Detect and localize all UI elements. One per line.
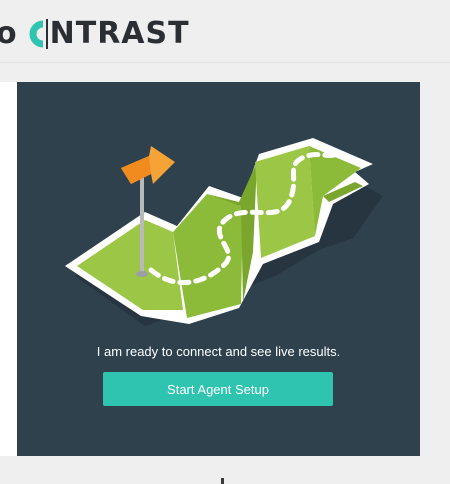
folded-map-with-flag-icon — [65, 138, 383, 326]
footer-divider-mark — [221, 478, 224, 484]
header-divider — [0, 62, 450, 63]
start-agent-setup-button[interactable]: Start Agent Setup — [103, 372, 333, 406]
top-header: o NTRAST — [0, 0, 450, 62]
logo-prefix: o — [0, 15, 18, 51]
contrast-logo[interactable]: o NTRAST — [0, 13, 190, 53]
side-panel — [0, 82, 18, 456]
logo-text: NTRAST — [49, 15, 190, 51]
contrast-c-icon — [28, 19, 48, 49]
ready-message: I am ready to connect and see live resul… — [96, 344, 341, 359]
connect-agent-card: I am ready to connect and see live resul… — [17, 82, 420, 456]
